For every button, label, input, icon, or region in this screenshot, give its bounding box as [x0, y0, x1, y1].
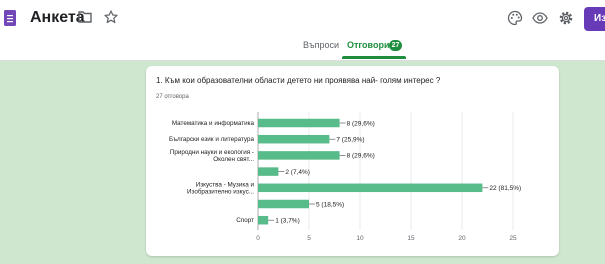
x-tick-label: 15	[407, 235, 415, 242]
category-label: Български език и литература	[169, 136, 255, 143]
palette-icon[interactable]	[507, 10, 523, 26]
category-label: Спорт	[236, 217, 254, 224]
bar	[258, 199, 309, 209]
bar	[258, 215, 269, 225]
x-tick-label: 20	[458, 235, 466, 242]
question-card: 1. Към кои образователни области детето …	[146, 66, 559, 256]
category-label: Природни науки и екология -Околен свят..…	[170, 149, 254, 163]
data-label: 8 (29,6%)	[347, 153, 375, 160]
top-bar: Анкета Из Въпроси Отговори 27	[0, 0, 605, 61]
bar	[258, 151, 340, 160]
x-tick-label: 5	[307, 235, 311, 242]
category-label: Изкуства - Музика и Изобразително изкус..…	[187, 181, 254, 195]
responses-bar-chart: 0 5 10 15 20 25 8 (29,6%) Математика и информат…	[169, 112, 521, 242]
x-tick-label: 0	[256, 235, 260, 242]
bar	[258, 118, 340, 128]
active-tab-indicator	[342, 56, 406, 59]
bar	[258, 183, 483, 193]
responses-count-badge: 27	[389, 40, 402, 51]
x-tick-label: 25	[509, 235, 517, 242]
data-label: 8 (29,6%)	[347, 120, 375, 127]
data-label: 22 (81,5%)	[489, 185, 521, 192]
data-label: 2 (7,4%)	[285, 169, 310, 176]
tab-responses[interactable]: Отговори	[347, 40, 389, 50]
form-title[interactable]: Анкета	[30, 9, 85, 27]
send-button[interactable]: Из	[584, 7, 605, 31]
category-label: Математика и информатика	[172, 120, 255, 127]
forms-icon[interactable]	[4, 10, 16, 26]
data-label: 1 (3,7%)	[275, 218, 300, 225]
eye-icon[interactable]	[532, 11, 548, 25]
data-label: 5 (18,5%)	[316, 201, 344, 208]
folder-icon[interactable]	[78, 11, 92, 23]
data-label: 7 (25,9%)	[336, 137, 364, 144]
bar	[258, 134, 330, 144]
x-tick-label: 10	[356, 235, 364, 242]
star-icon[interactable]	[104, 10, 118, 24]
bar	[258, 167, 279, 176]
gear-icon[interactable]	[558, 10, 574, 26]
tab-questions[interactable]: Въпроси	[303, 40, 339, 50]
